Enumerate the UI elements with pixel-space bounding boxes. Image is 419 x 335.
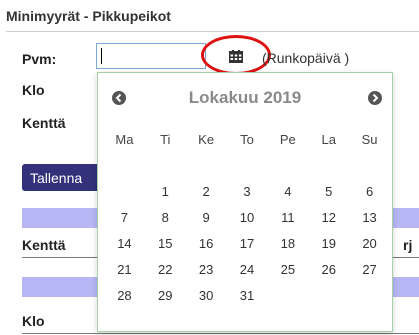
calendar-button[interactable]	[224, 45, 248, 67]
calendar-day[interactable]: 24	[227, 256, 268, 282]
calendar-day[interactable]: 22	[145, 256, 186, 282]
calendar-day[interactable]: 9	[186, 204, 227, 230]
calendar-empty-cell	[104, 178, 145, 204]
page-title: Minimyyrät - Pikkupeikot	[6, 8, 171, 24]
next-month-button[interactable]	[368, 91, 382, 105]
calendar-day[interactable]: 12	[308, 204, 349, 230]
calendar-empty-cell	[267, 282, 308, 308]
calendar-day[interactable]: 31	[227, 282, 268, 308]
date-input[interactable]	[96, 43, 206, 69]
calendar-empty-cell	[308, 282, 349, 308]
calendar-day[interactable]: 8	[145, 204, 186, 230]
time-label: Klo	[22, 82, 45, 98]
weekday-header: To	[240, 131, 254, 147]
date-hint: (Runkopäivä )	[262, 50, 350, 66]
calendar-day[interactable]: 11	[267, 204, 308, 230]
weekday-header: Ma	[115, 131, 134, 147]
calendar-icon	[229, 49, 243, 63]
calendar-day[interactable]: 14	[104, 230, 145, 256]
calendar-day[interactable]: 5	[308, 178, 349, 204]
calendar-day[interactable]: 29	[145, 282, 186, 308]
calendar-day[interactable]: 21	[104, 256, 145, 282]
weekday-header: Ti	[160, 131, 171, 147]
column-header-fragment: rj	[403, 237, 413, 253]
calendar-day[interactable]: 30	[186, 282, 227, 308]
weekday-header: Su	[361, 131, 378, 147]
calendar-day[interactable]: 19	[308, 230, 349, 256]
calendar-day[interactable]: 25	[267, 256, 308, 282]
title-divider	[6, 31, 419, 32]
field-label: Kenttä	[22, 115, 66, 131]
calendar-day[interactable]: 20	[349, 230, 390, 256]
calendar-day[interactable]: 13	[349, 204, 390, 230]
weekday-spacer	[104, 152, 390, 160]
calendar-day[interactable]: 6	[349, 178, 390, 204]
weekday-header: Pe	[279, 131, 296, 147]
text-caret	[101, 48, 102, 64]
date-label: Pvm:	[22, 51, 57, 67]
calendar-day[interactable]: 2	[186, 178, 227, 204]
calendar-day[interactable]: 27	[349, 256, 390, 282]
calendar-day[interactable]: 10	[227, 204, 268, 230]
time-column-header: Klo	[22, 313, 45, 329]
field-column-header: Kenttä	[22, 237, 66, 253]
calendar-day[interactable]: 17	[227, 230, 268, 256]
calendar-day[interactable]: 18	[267, 230, 308, 256]
calendar-day[interactable]: 23	[186, 256, 227, 282]
table-header-rule	[22, 333, 419, 334]
weekday-header: Ke	[198, 131, 215, 147]
datepicker-header: Lokakuu 2019	[98, 85, 392, 111]
datepicker-popup: Lokakuu 2019 Ma Ti Ke To Pe La Su 1 2 3 4 5 6 7 8 9 10 11…	[97, 72, 393, 332]
calendar-empty-cell	[349, 282, 390, 308]
chevron-right-icon	[368, 91, 382, 105]
calendar-day[interactable]: 15	[145, 230, 186, 256]
calendar-day[interactable]: 7	[104, 204, 145, 230]
datepicker-month-title: Lokakuu 2019	[188, 88, 302, 107]
calendar-day[interactable]: 4	[267, 178, 308, 204]
calendar-day[interactable]: 16	[186, 230, 227, 256]
calendar-day[interactable]: 3	[227, 178, 268, 204]
calendar-day[interactable]: 28	[104, 282, 145, 308]
calendar-day[interactable]: 1	[145, 178, 186, 204]
calendar-day[interactable]: 26	[308, 256, 349, 282]
weekday-header: La	[321, 131, 336, 147]
datepicker-calendar-grid: Ma Ti Ke To Pe La Su 1 2 3 4 5 6 7 8 9 10 11 12 13 14 15 16 17 1…	[104, 126, 390, 308]
